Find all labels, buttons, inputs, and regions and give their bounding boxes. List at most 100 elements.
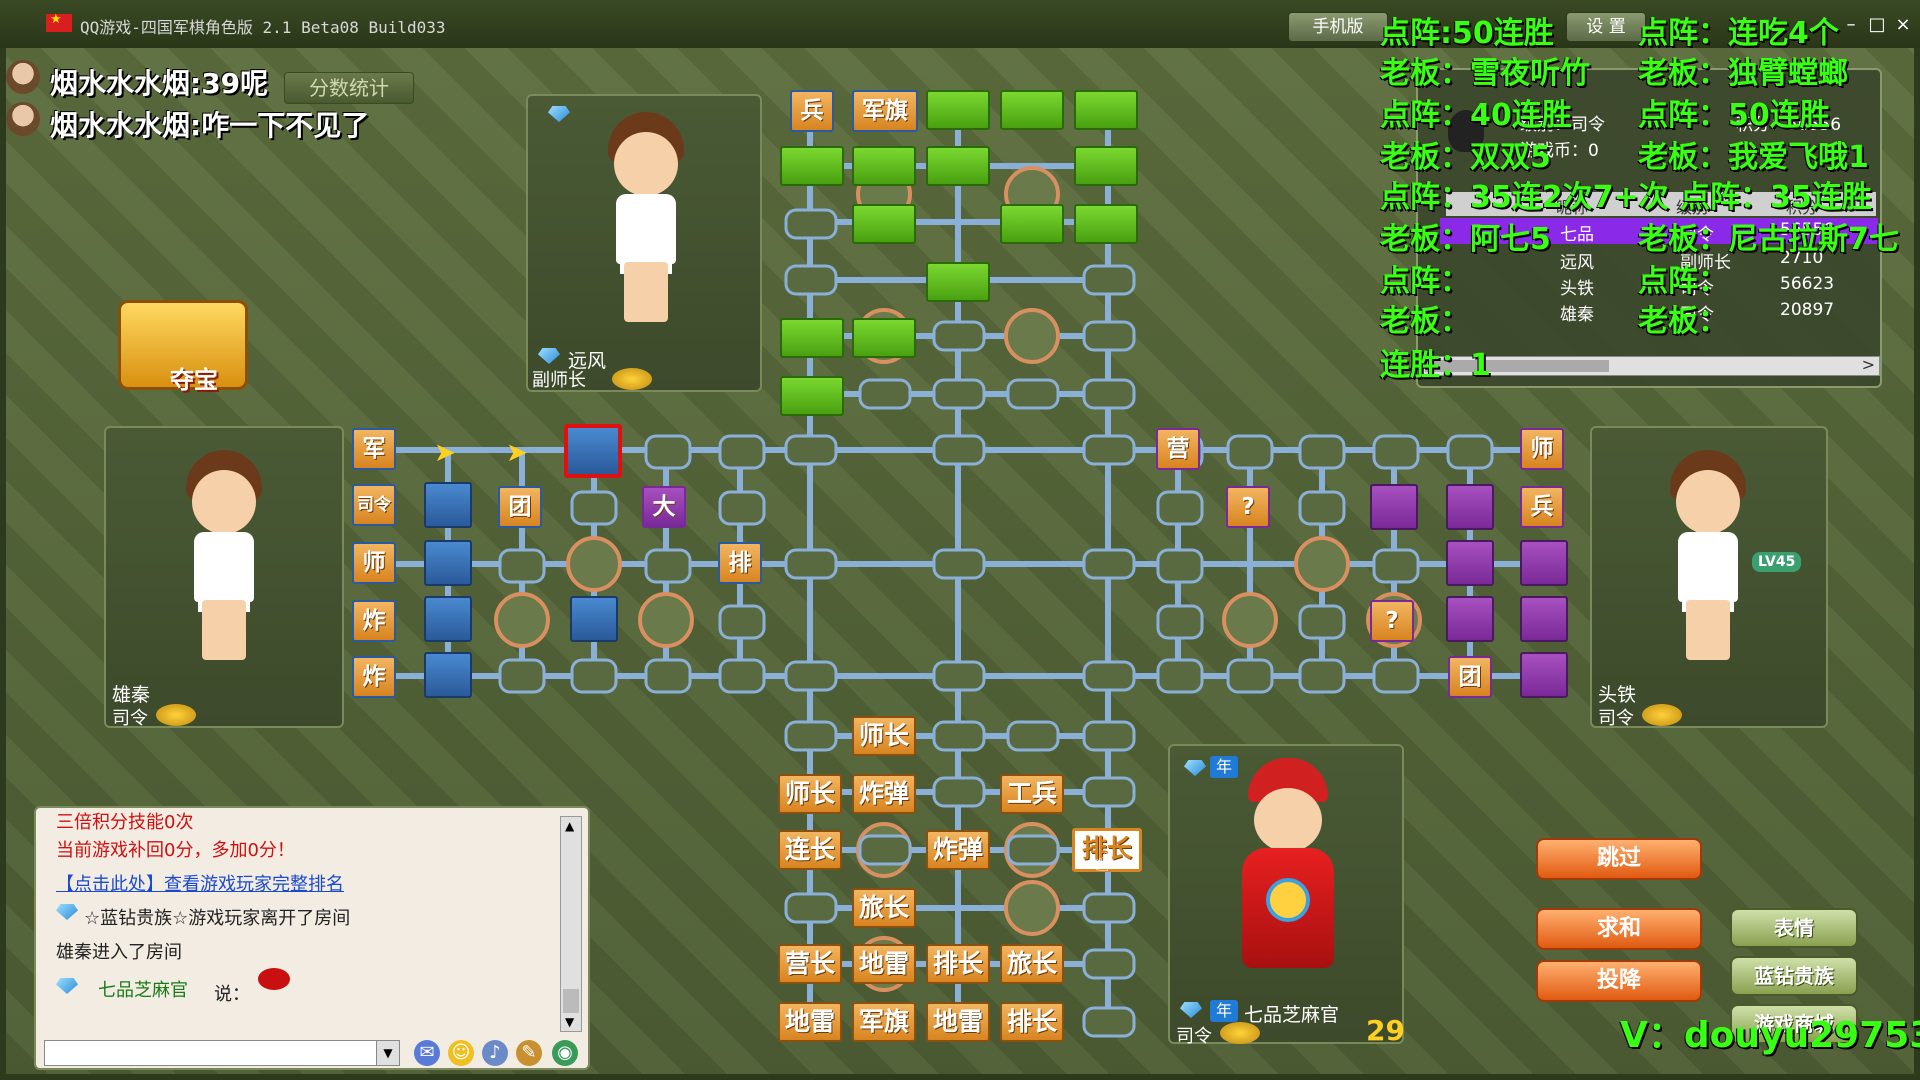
board-piece-hidden[interactable] xyxy=(1370,484,1418,530)
overlay-text: 点阵：连吃4个 xyxy=(1638,16,1839,51)
board-piece[interactable]: 军 xyxy=(352,428,396,470)
board-piece[interactable]: 营长 xyxy=(778,944,842,984)
board-piece[interactable]: 炸 xyxy=(352,656,396,698)
board-piece-hidden[interactable] xyxy=(424,652,472,698)
chat-link[interactable]: 【点击此处】查看游戏玩家完整排名 xyxy=(56,870,344,896)
board-piece[interactable]: 师 xyxy=(352,542,396,584)
board-piece-hidden[interactable] xyxy=(1446,596,1494,642)
board-piece-hidden[interactable] xyxy=(424,540,472,586)
board-piece[interactable]: ? xyxy=(1226,486,1270,528)
chat-input[interactable] xyxy=(44,1040,400,1066)
scrollbar-thumb[interactable] xyxy=(563,989,579,1013)
overlay-text: 点阵：35连2次7+次 xyxy=(1380,180,1669,215)
board-piece-hidden[interactable] xyxy=(1000,90,1064,130)
board-piece[interactable]: 地雷 xyxy=(778,1002,842,1042)
chat-scrollbar[interactable]: ▲ ▼ xyxy=(560,816,582,1032)
overlay-text: 老板： xyxy=(1638,304,1728,339)
board-piece[interactable]: 师长 xyxy=(778,774,842,814)
board-piece-hidden[interactable] xyxy=(852,318,916,358)
board-piece-selected[interactable] xyxy=(564,424,622,478)
overlay-text: 点阵： xyxy=(1638,264,1728,299)
rank-name: 头铁 xyxy=(1560,279,1594,299)
board-piece[interactable]: 排长 xyxy=(926,944,990,984)
board-piece[interactable]: 排长 xyxy=(1000,1002,1064,1042)
board-piece-hidden[interactable] xyxy=(780,376,844,416)
board-piece[interactable]: 团 xyxy=(1448,656,1492,698)
board-piece-hidden[interactable] xyxy=(852,204,916,244)
board-piece[interactable]: 司令 xyxy=(352,484,396,526)
board-piece-hidden[interactable] xyxy=(1520,652,1568,698)
smiley-icon[interactable]: ☺ xyxy=(448,1040,474,1066)
board-piece[interactable]: 地雷 xyxy=(852,944,916,984)
overlay-text: 点阵:50连胜 xyxy=(1380,16,1554,51)
board-piece-hidden[interactable] xyxy=(424,482,472,528)
chat-dropdown-icon[interactable]: ▼ xyxy=(376,1040,400,1066)
board-piece[interactable]: 地雷 xyxy=(926,1002,990,1042)
chat-message: ☆蓝钻贵族☆游戏玩家离开了房间 xyxy=(84,908,351,929)
board-piece[interactable]: 军旗 xyxy=(852,90,918,132)
board-piece[interactable]: 旅长 xyxy=(852,888,916,928)
overlay-text: 点阵：50连胜 xyxy=(1638,98,1830,133)
board-piece-hidden[interactable] xyxy=(1074,146,1138,186)
board-piece-hidden[interactable] xyxy=(1446,540,1494,586)
board-piece[interactable]: 排 xyxy=(718,542,762,584)
board-piece[interactable]: 营 xyxy=(1156,428,1200,470)
board-piece-hidden[interactable] xyxy=(780,318,844,358)
overlay-text: 点阵： xyxy=(1380,264,1470,299)
hand-cursor-icon: ☝ xyxy=(1094,848,1110,878)
board-piece[interactable]: 炸弹 xyxy=(852,774,916,814)
board-piece[interactable]: 大 xyxy=(642,486,686,528)
scroll-down-icon[interactable]: ▼ xyxy=(565,1015,574,1029)
overlay-text: 老板：独臂螳螂 xyxy=(1638,56,1848,91)
chat-message: 当前游戏补回0分，多加0分！ xyxy=(56,840,295,861)
chat-message: 三倍积分技能0次 xyxy=(56,812,194,833)
blue-diamond-button[interactable]: 蓝钻贵族 xyxy=(1730,956,1858,996)
move-arrow-icon: ➤ xyxy=(434,438,456,468)
board-piece-hidden[interactable] xyxy=(926,90,990,130)
chat-sender: 七品芝麻官 xyxy=(98,980,188,1001)
chat-message: 说： xyxy=(214,984,250,1005)
speaker-icon[interactable]: ♪ xyxy=(482,1040,508,1066)
wrench-icon[interactable]: ✎ xyxy=(516,1040,542,1066)
board-piece-hidden[interactable] xyxy=(424,596,472,642)
board-piece[interactable]: 工兵 xyxy=(1000,774,1064,814)
emote-button[interactable]: 表情 xyxy=(1730,908,1858,948)
draw-request-button[interactable]: 求和 xyxy=(1536,908,1702,950)
board-piece[interactable]: 兵 xyxy=(1520,486,1564,528)
scroll-right-icon[interactable]: > xyxy=(1862,355,1875,374)
board-piece[interactable]: 兵 xyxy=(790,90,834,132)
board-piece-hidden[interactable] xyxy=(1520,540,1568,586)
rank-score: 20897 xyxy=(1780,300,1835,320)
board-piece-hidden[interactable] xyxy=(1074,204,1138,244)
board-piece-hidden[interactable] xyxy=(1520,596,1568,642)
skip-button[interactable]: 跳过 xyxy=(1536,838,1702,880)
scroll-up-icon[interactable]: ▲ xyxy=(565,819,574,833)
board-piece[interactable]: 师长 xyxy=(852,716,916,756)
board-piece[interactable]: ? xyxy=(1370,600,1414,642)
overlay-text: 点阵：40连胜 xyxy=(1380,98,1572,133)
board-piece[interactable]: 炸 xyxy=(352,600,396,642)
board-piece[interactable]: 军旗 xyxy=(852,1002,916,1042)
streamer-contact: V：douyu297535 xyxy=(1620,1015,1920,1056)
board-piece-hidden[interactable] xyxy=(926,262,990,302)
overlay-text: 点阵：35连胜 xyxy=(1680,180,1872,215)
rank-name: 七品 xyxy=(1560,225,1594,245)
board-piece[interactable]: 炸弹 xyxy=(926,830,990,870)
surrender-button[interactable]: 投降 xyxy=(1536,960,1702,1002)
board-piece[interactable]: 团 xyxy=(498,486,542,528)
board-piece-hidden[interactable] xyxy=(780,146,844,186)
board-piece-hidden[interactable] xyxy=(852,146,916,186)
board-piece-hidden[interactable] xyxy=(926,146,990,186)
board-piece[interactable]: 连长 xyxy=(778,830,842,870)
overlay-text: 老板：尼古拉斯7七 xyxy=(1638,222,1899,257)
board-piece-hidden[interactable] xyxy=(1074,90,1138,130)
chat-bubble-icon[interactable]: ✉ xyxy=(414,1040,440,1066)
board-piece-hidden[interactable] xyxy=(1446,484,1494,530)
board-piece-hidden[interactable] xyxy=(1000,204,1064,244)
overlay-text: 老板： xyxy=(1380,304,1470,339)
board-piece-hidden[interactable] xyxy=(570,596,618,642)
board-piece[interactable]: 旅长 xyxy=(1000,944,1064,984)
overlay-text: 连胜：1 xyxy=(1380,348,1491,383)
board-piece[interactable]: 师 xyxy=(1520,428,1564,470)
globe-icon[interactable]: ◉ xyxy=(552,1040,578,1066)
